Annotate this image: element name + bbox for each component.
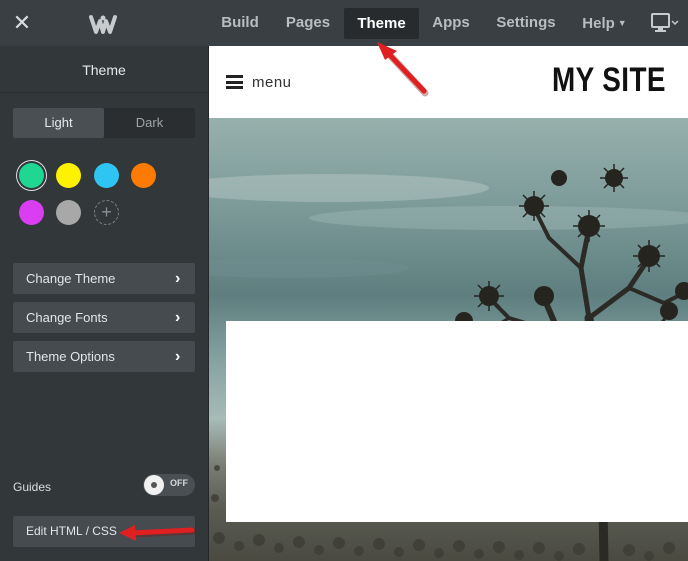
annotation-arrow-edit-html <box>119 525 197 541</box>
annotation-arrow-theme <box>377 42 429 97</box>
annotation-arrows <box>119 42 429 541</box>
